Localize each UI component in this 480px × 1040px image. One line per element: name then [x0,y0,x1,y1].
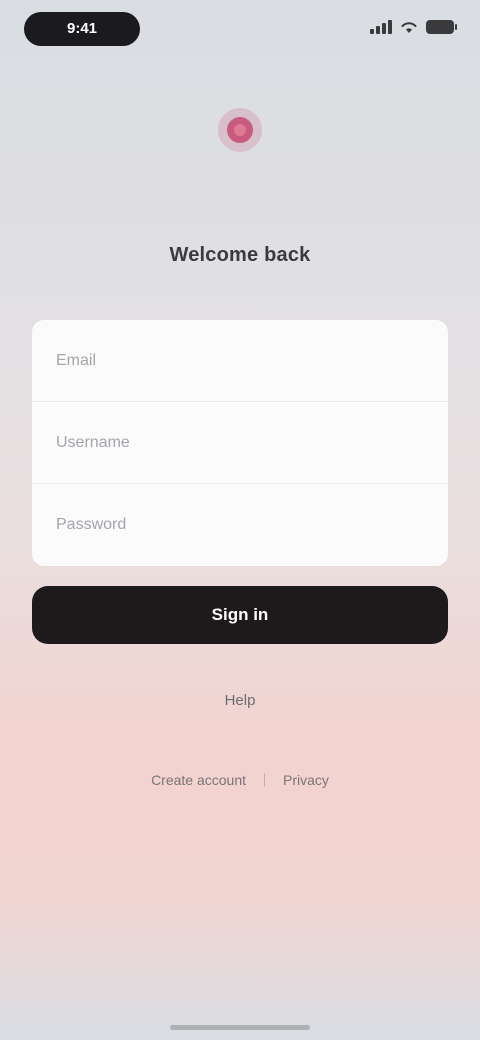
sign-in-button[interactable]: Sign in [32,586,448,644]
help-link[interactable]: Help [0,692,480,709]
email-field[interactable] [32,320,448,402]
login-form [32,320,448,566]
status-bar: 9:41 [0,0,480,56]
create-account-link[interactable]: Create account [151,772,246,788]
privacy-link[interactable]: Privacy [283,772,329,788]
footer-divider [264,773,266,787]
username-field[interactable] [32,402,448,484]
password-field[interactable] [32,484,448,566]
home-indicator[interactable] [170,1025,310,1030]
wifi-icon [401,22,417,33]
page-title: Welcome back [169,244,311,266]
footer-links: Create account Privacy [0,772,480,788]
status-time: 9:41 [24,12,140,46]
status-icons [370,20,457,34]
brand-logo-icon [218,108,262,152]
signal-icon [370,20,392,34]
battery-icon [426,20,457,34]
